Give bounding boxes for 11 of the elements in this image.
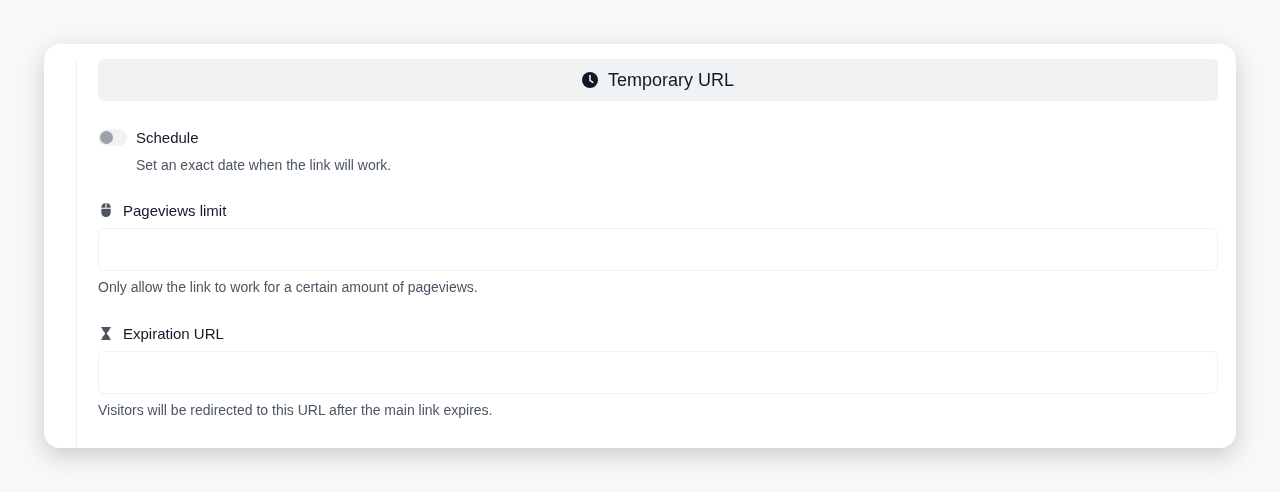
- schedule-label: Schedule: [136, 129, 199, 146]
- schedule-toggle[interactable]: [98, 129, 127, 146]
- field-label: Pageviews limit: [123, 202, 227, 219]
- field-label: Expiration URL: [123, 325, 224, 342]
- field-description: Visitors will be redirected to this URL after the main link expires.: [98, 402, 494, 418]
- field-description: Only allow the link to work for a certain amount of pageviews.: [98, 279, 479, 295]
- schedule-description: Set an exact date when the link will work.: [136, 157, 393, 173]
- section-title: Temporary URL: [607, 69, 734, 91]
- mouse-icon: [98, 203, 113, 218]
- hourglass-icon: [98, 326, 113, 341]
- clock-icon: [581, 72, 598, 88]
